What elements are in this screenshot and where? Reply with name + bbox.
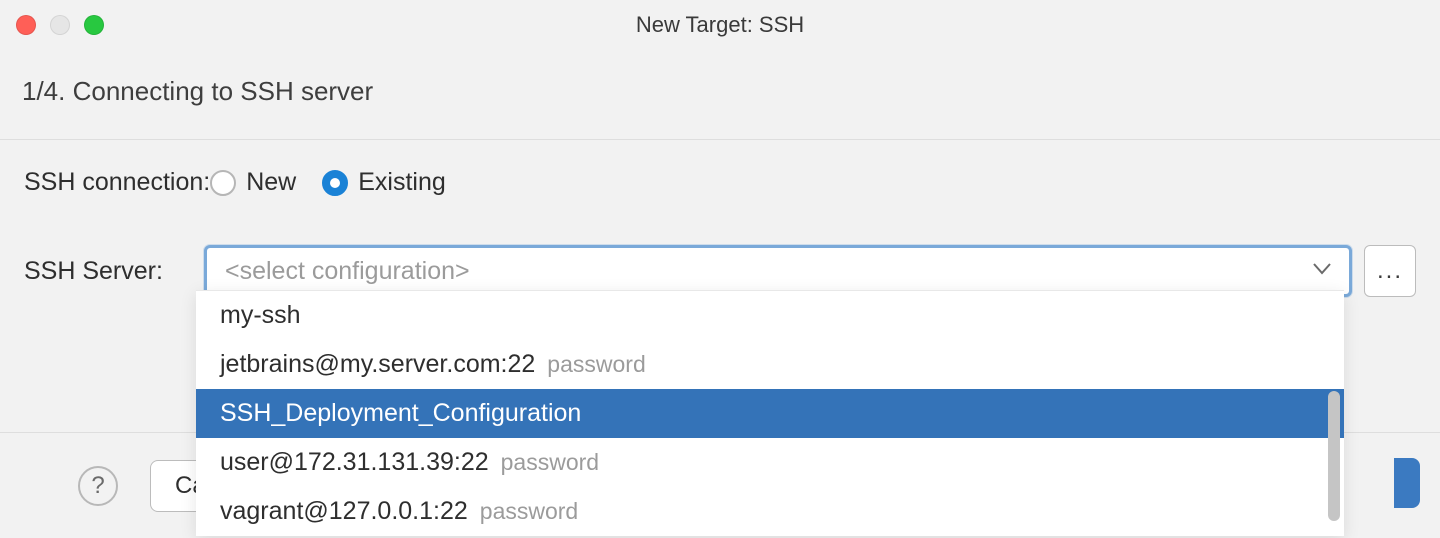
next-button[interactable] xyxy=(1394,458,1420,508)
dropdown-item-label: user@172.31.131.39:22 xyxy=(220,448,489,477)
radio-label-new: New xyxy=(246,168,296,197)
dropdown-item-label: jetbrains@my.server.com:22 xyxy=(220,350,535,379)
dropdown-item[interactable]: jetbrains@my.server.com:22 password xyxy=(196,340,1344,389)
window-title: New Target: SSH xyxy=(636,12,804,38)
titlebar: New Target: SSH xyxy=(0,0,1440,50)
chevron-down-icon xyxy=(1313,262,1331,280)
radio-label-existing: Existing xyxy=(358,168,446,197)
ssh-connection-label: SSH connection: xyxy=(24,168,210,197)
dropdown-item-hint: password xyxy=(501,449,599,476)
step-header: 1/4. Connecting to SSH server xyxy=(0,50,1440,140)
help-button[interactable]: ? xyxy=(78,466,118,506)
ssh-connection-radio-group: New Existing xyxy=(210,168,446,197)
dropdown-item[interactable]: vagrant@127.0.0.1:22 password xyxy=(196,487,1344,536)
dropdown-item-label: vagrant@127.0.0.1:22 xyxy=(220,497,468,526)
dropdown-item-hint: password xyxy=(547,351,645,378)
traffic-lights xyxy=(16,15,104,35)
dropdown-item-selected[interactable]: SSH_Deployment_Configuration xyxy=(196,389,1344,438)
dropdown-item[interactable]: user@172.31.131.39:22 password xyxy=(196,438,1344,487)
ssh-connection-row: SSH connection: New Existing xyxy=(24,168,1416,197)
dropdown-item-hint: password xyxy=(480,498,578,525)
browse-button[interactable]: ... xyxy=(1364,245,1416,297)
ssh-server-label: SSH Server: xyxy=(24,257,192,286)
dropdown-scrollbar[interactable] xyxy=(1328,391,1340,521)
dropdown-item-label: SSH_Deployment_Configuration xyxy=(220,399,581,428)
radio-option-new[interactable]: New xyxy=(210,168,296,197)
close-window-button[interactable] xyxy=(16,15,36,35)
ssh-server-placeholder: <select configuration> xyxy=(225,257,1313,286)
maximize-window-button[interactable] xyxy=(84,15,104,35)
radio-icon-selected xyxy=(322,170,348,196)
dropdown-item-label: my-ssh xyxy=(220,301,301,330)
dropdown-item[interactable]: my-ssh xyxy=(196,291,1344,340)
minimize-window-button[interactable] xyxy=(50,15,70,35)
radio-option-existing[interactable]: Existing xyxy=(322,168,446,197)
ssh-server-dropdown: my-ssh jetbrains@my.server.com:22 passwo… xyxy=(196,290,1344,536)
radio-icon xyxy=(210,170,236,196)
